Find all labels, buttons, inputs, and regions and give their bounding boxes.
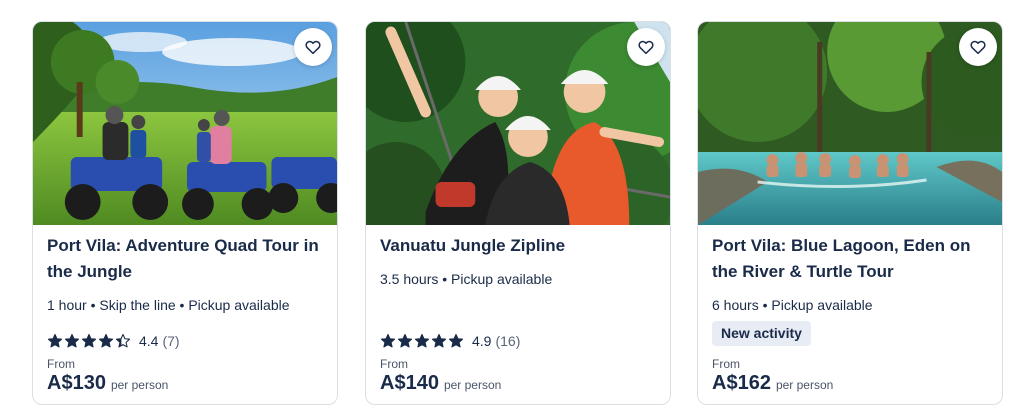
- per-person-label: per person: [775, 378, 834, 392]
- star-icon: [380, 333, 396, 349]
- star-icon: [64, 333, 80, 349]
- per-person-label: per person: [110, 378, 169, 392]
- price-row: A$130 per person: [47, 372, 168, 395]
- star-icon: [47, 333, 63, 349]
- activity-title[interactable]: Port Vila: Adventure Quad Tour in the Ju…: [47, 233, 327, 285]
- zipline-photo[interactable]: [366, 22, 670, 225]
- star-icon: [397, 333, 413, 349]
- quad-tour-photo[interactable]: [33, 22, 337, 225]
- activity-card-row: Port Vila: Adventure Quad Tour in the Ju…: [0, 0, 1018, 417]
- activity-card-quad-tour[interactable]: Port Vila: Adventure Quad Tour in the Ju…: [32, 21, 338, 405]
- price-row: A$140 per person: [380, 372, 501, 395]
- activity-meta: 6 hours • Pickup available: [712, 297, 873, 313]
- rating: 4.4 (7): [47, 332, 180, 350]
- activity-title[interactable]: Vanuatu Jungle Zipline: [380, 233, 660, 259]
- from-label: From: [380, 357, 408, 371]
- star-icon: [448, 333, 464, 349]
- heart-outline-icon: [305, 40, 321, 55]
- rating-count: (7): [162, 333, 180, 349]
- star-icon: [414, 333, 430, 349]
- star-icon: [81, 333, 97, 349]
- rating-value: 4.9: [472, 333, 492, 349]
- price: A$162: [712, 372, 771, 394]
- price-row: A$162 per person: [712, 372, 833, 395]
- price: A$140: [380, 372, 439, 394]
- wishlist-button[interactable]: [294, 28, 332, 66]
- wishlist-button[interactable]: [627, 28, 665, 66]
- star-rating: [47, 333, 131, 349]
- price: A$130: [47, 372, 106, 394]
- activity-meta: 1 hour • Skip the line • Pickup availabl…: [47, 297, 290, 313]
- activity-card-zipline[interactable]: Vanuatu Jungle Zipline 3.5 hours • Picku…: [365, 21, 671, 405]
- star-icon: [431, 333, 447, 349]
- heart-outline-icon: [638, 40, 654, 55]
- rating-value: 4.4: [139, 333, 159, 349]
- heart-outline-icon: [970, 40, 986, 55]
- activity-meta: 3.5 hours • Pickup available: [380, 271, 553, 287]
- star-icon: [115, 333, 131, 349]
- lagoon-photo[interactable]: [698, 22, 1002, 225]
- star-rating: [380, 333, 464, 349]
- rating-count: (16): [495, 333, 521, 349]
- new-activity-badge: New activity: [712, 321, 811, 346]
- from-label: From: [712, 357, 740, 371]
- activity-card-blue-lagoon[interactable]: Port Vila: Blue Lagoon, Eden on the Rive…: [697, 21, 1003, 405]
- from-label: From: [47, 357, 75, 371]
- activity-title[interactable]: Port Vila: Blue Lagoon, Eden on the Rive…: [712, 233, 992, 285]
- per-person-label: per person: [443, 378, 502, 392]
- rating: 4.9 (16): [380, 332, 520, 350]
- wishlist-button[interactable]: [959, 28, 997, 66]
- star-icon: [98, 333, 114, 349]
